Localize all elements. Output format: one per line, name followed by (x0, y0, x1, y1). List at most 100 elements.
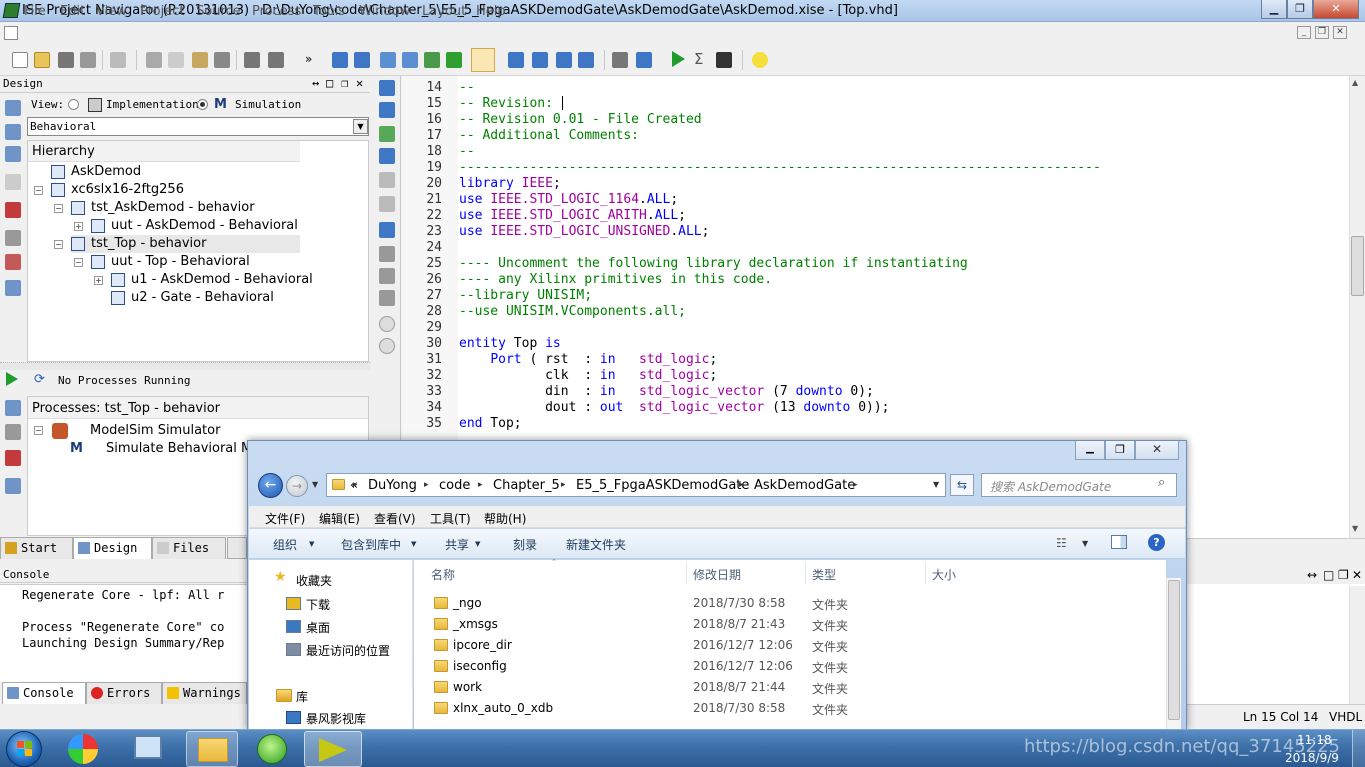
command-1[interactable]: 包含到库中 (341, 536, 401, 553)
run-process-icon[interactable] (6, 372, 18, 386)
explorer-menu-item[interactable]: 编辑(E) (319, 510, 360, 527)
show-desktop-button[interactable] (1352, 730, 1365, 767)
uncomment-icon[interactable] (379, 148, 395, 164)
help-icon[interactable] (636, 52, 652, 68)
code-line[interactable]: clk : in std_logic; (459, 368, 717, 384)
panel-minimize-icon[interactable]: □ (326, 76, 333, 90)
properties-icon[interactable] (5, 230, 21, 246)
code-line[interactable]: entity Top is (459, 336, 561, 352)
outdent-icon[interactable] (379, 102, 395, 118)
float-window-icon[interactable] (578, 52, 594, 68)
code-line[interactable]: --library UNISIM; (459, 288, 592, 304)
search-icon[interactable]: ⌕ (1158, 475, 1165, 490)
view-mode-icon[interactable]: ☷ (1056, 536, 1074, 550)
copy-icon[interactable] (168, 52, 184, 68)
code-line[interactable]: -- Revision 0.01 - File Created (459, 112, 702, 128)
remote-desktop-icon[interactable] (134, 735, 162, 759)
forward-icon[interactable] (379, 338, 395, 354)
simulation-radio[interactable] (197, 99, 208, 110)
taskbar-ise-button[interactable] (304, 731, 362, 767)
file-row[interactable] (415, 614, 1165, 635)
code-line[interactable]: -- Additional Comments: (459, 128, 639, 144)
add-copy-icon[interactable] (5, 124, 21, 140)
search-input[interactable]: 搜索 AskDemodGate ⌕ (981, 473, 1177, 497)
sigma-icon[interactable]: Σ (694, 50, 703, 68)
explorer-maximize-button[interactable]: ❐ (1105, 441, 1135, 460)
code-line[interactable]: use IEEE.STD_LOGIC_UNSIGNED.ALL; (459, 224, 709, 240)
file-list-scroll-thumb[interactable] (1168, 580, 1180, 720)
console-tab-errors[interactable]: Errors (86, 682, 162, 704)
file-row[interactable] (415, 593, 1165, 614)
tab-files[interactable]: Files (152, 537, 226, 559)
file-list-scrollbar[interactable] (1166, 578, 1181, 730)
indent-icon[interactable] (379, 80, 395, 96)
tools-icon[interactable] (379, 246, 395, 262)
nav-favorite-item[interactable]: 下载 (306, 596, 330, 613)
tree-node[interactable]: AskDemod (71, 164, 141, 179)
code-line[interactable]: -- Revision: (459, 96, 561, 112)
code-line[interactable]: din : in std_logic_vector (7 downto 0); (459, 384, 874, 400)
command-chevron-icon[interactable]: ▼ (309, 540, 314, 548)
explorer-menu-item[interactable]: 工具(T) (430, 510, 471, 527)
back-icon[interactable] (379, 316, 395, 332)
clock-date[interactable]: 2018/9/9 (1285, 751, 1339, 765)
toolbar-overflow-icon[interactable]: » (305, 52, 312, 66)
breadcrumb-arrow-icon[interactable]: ▸ (424, 480, 429, 490)
explorer-close-button[interactable]: ✕ (1135, 441, 1179, 460)
tree-node[interactable]: u2 - Gate - Behavioral (131, 290, 274, 305)
code-line[interactable]: library IEEE; (459, 176, 561, 192)
breadcrumb-item[interactable]: AskDemodGate (754, 478, 855, 493)
tree-node[interactable]: tst_AskDemod - behavior (91, 200, 255, 215)
minimize-button[interactable]: ▁ (1261, 0, 1287, 19)
tab-start[interactable]: Start (0, 537, 73, 559)
tree-expander[interactable]: + (94, 276, 103, 285)
pen-icon[interactable] (379, 222, 395, 238)
help-icon[interactable]: ? (1148, 534, 1165, 551)
explorer-menu-item[interactable]: 文件(F) (265, 510, 305, 527)
tools2-icon[interactable] (379, 268, 395, 284)
column-header-1[interactable]: 修改日期 (693, 566, 741, 583)
tree-expander[interactable]: − (54, 204, 63, 213)
preview-pane-icon[interactable] (1111, 535, 1127, 549)
tree-expander[interactable]: − (54, 240, 63, 249)
breadcrumb-arrow-icon[interactable]: ▸ (478, 480, 483, 490)
ie-app-icon[interactable] (257, 734, 287, 764)
command-2[interactable]: 共享 (445, 536, 469, 553)
cut-icon[interactable] (146, 52, 162, 68)
zoom-in-icon[interactable] (332, 52, 348, 68)
view-filter-select[interactable]: Behavioral ▼ (27, 117, 369, 136)
code-line[interactable]: ---- any Xilinx primitives in this code. (459, 272, 772, 288)
scroll-down-icon[interactable]: ▼ (1352, 524, 1358, 533)
tile-horizontal-icon[interactable] (532, 52, 548, 68)
save-icon[interactable] (58, 52, 74, 68)
menu-project[interactable]: Project (140, 4, 184, 19)
nav-favorite-item[interactable]: 桌面 (306, 619, 330, 636)
code-line[interactable]: Port ( rst : in std_logic; (459, 352, 717, 368)
editor-vertical-scrollbar[interactable]: ▲ ▼ (1349, 76, 1365, 538)
panel-close-icon[interactable]: ✕ (356, 76, 363, 90)
paste-icon[interactable] (192, 52, 208, 68)
tree-expander[interactable]: − (74, 258, 83, 267)
tree-expander[interactable]: + (74, 222, 83, 231)
back-button[interactable]: ← (258, 473, 283, 498)
zoom-full-icon[interactable] (380, 52, 396, 68)
comment-icon[interactable] (379, 126, 395, 142)
recent-pages-chevron-icon[interactable]: ▼ (312, 480, 318, 489)
lightbulb-icon[interactable] (752, 52, 768, 68)
nav-favorite-item[interactable]: 最近访问的位置 (306, 642, 390, 659)
menu-source[interactable]: Source (196, 4, 241, 19)
breadcrumb-arrow-icon[interactable]: ▸ (561, 480, 566, 490)
menu-tools[interactable]: Tools (313, 4, 345, 19)
console-restore-icon[interactable]: ❐ (1338, 568, 1349, 582)
delete-icon[interactable] (214, 52, 230, 68)
nav-libraries[interactable]: 库 (296, 688, 308, 705)
console-close-icon[interactable]: ✕ (1352, 568, 1362, 582)
refresh-icon[interactable]: ⇆ (950, 474, 974, 496)
file-row[interactable] (415, 677, 1165, 698)
code-line[interactable]: use IEEE.STD_LOGIC_1164.ALL; (459, 192, 678, 208)
remove-icon[interactable] (5, 202, 21, 218)
menu-help[interactable]: Help (476, 4, 506, 19)
hierarchy-icon[interactable] (5, 174, 21, 190)
nav-library-item[interactable]: 暴风影视库 (306, 710, 366, 727)
bookmark-icon[interactable] (379, 172, 395, 188)
